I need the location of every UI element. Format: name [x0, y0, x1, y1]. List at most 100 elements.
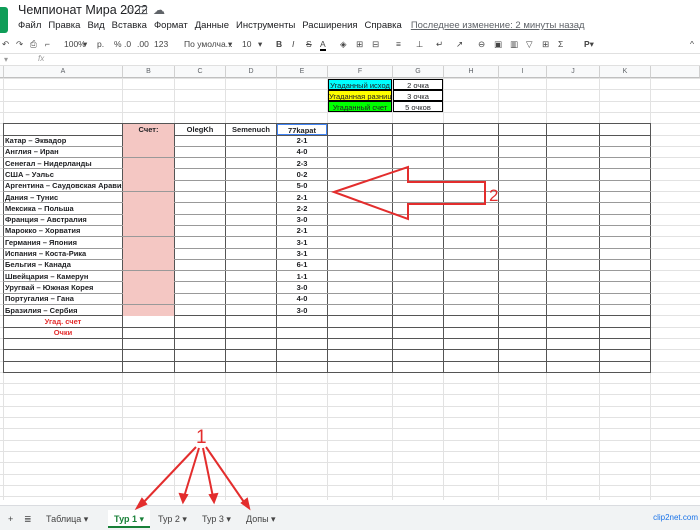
text-color-button[interactable]: A — [320, 39, 326, 51]
match-score[interactable]: 2-3 — [277, 158, 327, 169]
italic-button[interactable]: I — [292, 39, 294, 49]
move-folder-icon[interactable]: ⊡ — [138, 3, 148, 17]
score-input-cell[interactable] — [123, 259, 174, 271]
cloud-status-icon[interactable]: ☁ — [153, 3, 165, 17]
score-input-cell[interactable] — [123, 146, 174, 158]
menu-format[interactable]: Формат — [154, 20, 188, 34]
score-input-cell[interactable] — [123, 281, 174, 293]
spreadsheet-grid[interactable]: A B C D E F G H I J K Угаданный исход 2 очка Угаданна… — [0, 66, 700, 500]
font-size-select[interactable]: 10 — [242, 39, 251, 49]
menu-edit[interactable]: Правка — [48, 20, 80, 34]
column-header-b[interactable]: B — [123, 66, 175, 78]
input-tools-icon[interactable]: Ρ▾ — [584, 39, 594, 50]
undo-icon[interactable]: ↶ — [2, 39, 9, 50]
insert-link-icon[interactable]: ⊖ — [478, 39, 485, 50]
borders-icon[interactable]: ⊞ — [356, 39, 363, 50]
legend-label[interactable]: Угаданный исход — [328, 78, 392, 90]
match-name[interactable]: Англия – Иран — [5, 146, 122, 157]
legend-value[interactable]: 5 очков — [393, 101, 443, 113]
score-input-cell[interactable] — [123, 168, 174, 180]
column-header-f[interactable]: F — [328, 66, 393, 78]
score-input-cell[interactable] — [123, 293, 174, 305]
filter-views-icon[interactable]: ⊞ — [542, 39, 549, 50]
size-chevron-down-icon[interactable]: ▾ — [258, 39, 262, 50]
menu-data[interactable]: Данные — [195, 20, 229, 34]
match-score[interactable]: 3-1 — [277, 248, 327, 259]
match-name[interactable]: Испания – Коста-Рика — [5, 248, 122, 259]
percent-button[interactable]: % — [114, 39, 122, 49]
score-input-cell[interactable] — [123, 202, 174, 214]
legend-value[interactable]: 2 очка — [393, 78, 443, 90]
paint-format-icon[interactable]: ⌐ — [45, 39, 50, 49]
column-header-j[interactable]: J — [547, 66, 600, 78]
column-header-a[interactable]: A — [4, 66, 123, 78]
legend-label[interactable]: Угаданная разница — [328, 89, 392, 101]
match-score[interactable]: 3-0 — [277, 282, 327, 293]
match-name[interactable]: Уругвай – Южная Корея — [5, 282, 122, 293]
collapse-toolbar-icon[interactable]: ^ — [690, 39, 694, 49]
functions-button[interactable]: Σ — [558, 39, 563, 49]
tab-tablitsa[interactable]: Таблица ▾ — [40, 510, 94, 528]
match-name[interactable]: Дания – Тунис — [5, 192, 122, 203]
header-score[interactable]: Счет: — [123, 123, 174, 135]
insert-comment-icon[interactable]: ▣ — [494, 39, 502, 50]
match-score[interactable]: 3-1 — [277, 237, 327, 248]
zoom-chevron-down-icon[interactable]: ▾ — [83, 39, 87, 50]
header-player-2[interactable]: Semenuch — [226, 124, 276, 135]
menu-extensions[interactable]: Расширения — [302, 20, 357, 34]
match-score[interactable]: 5-0 — [277, 180, 327, 191]
match-name[interactable]: Сенегал – Нидерланды — [5, 158, 122, 169]
match-name[interactable]: Португалия – Гана — [5, 293, 122, 304]
match-name[interactable]: Бразилия – Сербия — [5, 305, 122, 316]
match-name[interactable]: Марокко – Хорватия — [5, 225, 122, 236]
score-input-cell[interactable] — [123, 236, 174, 248]
star-icon[interactable]: ☆ — [124, 3, 135, 17]
column-header-g[interactable]: G — [393, 66, 444, 78]
match-name[interactable]: США – Уэльс — [5, 169, 122, 180]
column-header-c[interactable]: C — [175, 66, 226, 78]
match-score[interactable]: 2-1 — [277, 192, 327, 203]
font-chevron-down-icon[interactable]: ▾ — [228, 39, 232, 50]
menu-help[interactable]: Справка — [365, 20, 402, 34]
header-player-3[interactable]: 77kapat — [277, 123, 327, 135]
all-sheets-icon[interactable]: ≣ — [18, 510, 38, 528]
match-name[interactable]: Катар – Эквадор — [5, 135, 122, 146]
match-score[interactable]: 2-2 — [277, 203, 327, 214]
sheets-logo-icon[interactable] — [0, 7, 8, 33]
legend-label[interactable]: Угаданный счет — [328, 101, 392, 113]
bold-button[interactable]: B — [276, 39, 282, 49]
match-name[interactable]: Швейцария – Камерун — [5, 271, 122, 282]
column-header-k[interactable]: K — [600, 66, 651, 78]
match-score[interactable]: 2-1 — [277, 135, 327, 146]
match-score[interactable]: 4-0 — [277, 293, 327, 304]
match-score[interactable]: 4-0 — [277, 146, 327, 157]
match-name[interactable]: Бельгия – Канада — [5, 259, 122, 270]
add-sheet-icon[interactable]: + — [2, 510, 19, 528]
menu-tools[interactable]: Инструменты — [236, 20, 295, 34]
strikethrough-button[interactable]: S — [306, 39, 312, 49]
column-header-e[interactable]: E — [277, 66, 328, 78]
score-input-cell[interactable] — [123, 157, 174, 169]
text-rotation-icon[interactable]: ↗ — [456, 39, 463, 50]
menu-file[interactable]: Файл — [18, 20, 41, 34]
increase-decimal-button[interactable]: .00 — [137, 39, 149, 49]
match-score[interactable]: 6-1 — [277, 259, 327, 270]
insert-chart-icon[interactable]: ▥ — [510, 39, 518, 50]
match-name[interactable]: Аргентина – Саудовская Аравия — [5, 180, 122, 191]
footer-points-label[interactable]: Очки — [4, 327, 122, 338]
formula-input[interactable] — [52, 54, 700, 66]
score-input-cell[interactable] — [123, 270, 174, 282]
name-box[interactable]: ▾ — [4, 55, 8, 64]
last-edit-link[interactable]: Последнее изменение: 2 минуты назад — [411, 20, 585, 34]
match-name[interactable]: Мексика – Польша — [5, 203, 122, 214]
score-input-cell[interactable] — [123, 191, 174, 203]
font-select[interactable]: По умолча... — [184, 39, 233, 49]
match-score[interactable]: 1-1 — [277, 271, 327, 282]
vertical-align-icon[interactable]: ⊥ — [416, 39, 423, 50]
score-input-cell[interactable] — [123, 225, 174, 237]
header-player-1[interactable]: OlegKh — [175, 124, 225, 135]
match-score[interactable]: 3-0 — [277, 214, 327, 225]
merge-cells-icon[interactable]: ⊟ — [372, 39, 379, 50]
format-select[interactable]: 123 — [154, 39, 168, 49]
text-wrap-icon[interactable]: ↵ — [436, 39, 443, 50]
